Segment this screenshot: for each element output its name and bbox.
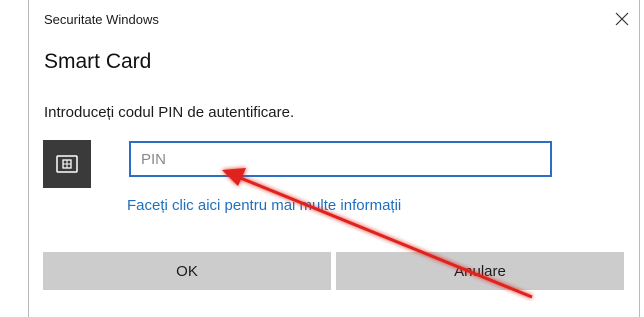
more-info-link[interactable]: Faceți clic aici pentru mai multe inform… bbox=[127, 197, 401, 214]
ok-button[interactable]: OK bbox=[43, 252, 331, 290]
cancel-button[interactable]: Anulare bbox=[336, 252, 624, 290]
close-button[interactable] bbox=[607, 4, 637, 34]
close-icon bbox=[615, 12, 629, 26]
pin-input[interactable] bbox=[129, 141, 552, 177]
dialog-heading: Smart Card bbox=[44, 50, 152, 73]
security-dialog: Securitate Windows Smart Card Introduceț… bbox=[28, 0, 640, 317]
window-title: Securitate Windows bbox=[44, 12, 159, 27]
instruction-text: Introduceți codul PIN de autentificare. bbox=[44, 104, 295, 121]
smart-card-icon bbox=[56, 155, 78, 173]
smart-card-tile bbox=[43, 140, 91, 188]
